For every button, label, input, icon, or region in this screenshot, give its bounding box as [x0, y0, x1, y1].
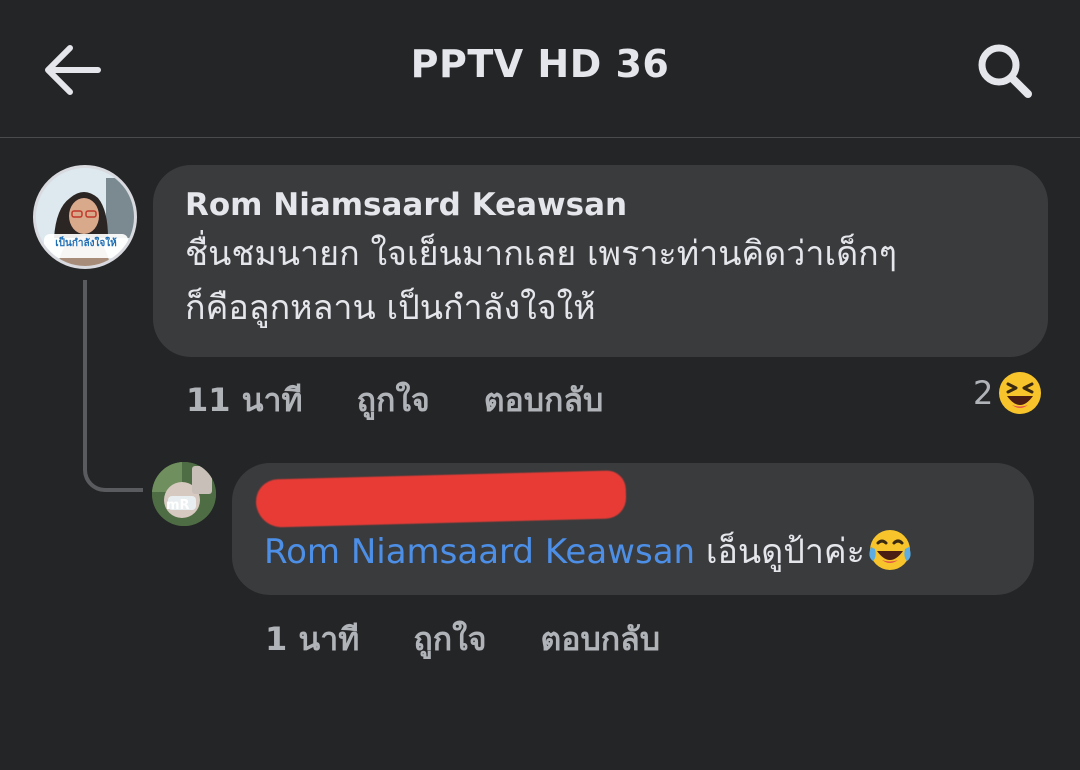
- top-bar: PPTV HD 36: [0, 0, 1080, 138]
- redacted-author-name: [255, 470, 627, 528]
- comment-text-line-1: ชื่นชมนายก ใจเย็นมากเลย เพราะท่านคิดว่าเ…: [185, 234, 897, 274]
- avatar[interactable]: เป็นกำลังใจให้: [33, 165, 137, 269]
- comment-author[interactable]: Rom Niamsaard Keawsan: [185, 185, 1016, 225]
- search-button[interactable]: [972, 38, 1038, 102]
- reply-text: Rom Niamsaard Keawsan เอ็นดูป้าค่ะ: [264, 525, 1002, 579]
- comment-timestamp[interactable]: 11 นาที: [186, 375, 303, 426]
- comment-text: ชื่นชมนายก ใจเย็นมากเลย เพราะท่านคิดว่าเ…: [185, 227, 1016, 335]
- reaction-count: 2: [973, 374, 994, 412]
- page-title: PPTV HD 36: [410, 42, 670, 86]
- laughing-face-icon: [999, 372, 1042, 414]
- reply-bubble[interactable]: Rom Niamsaard Keawsan เอ็นดูป้าค่ะ: [232, 463, 1034, 595]
- reply-button[interactable]: ตอบกลับ: [484, 375, 604, 426]
- like-button[interactable]: ถูกใจ: [357, 375, 430, 426]
- comment-bubble[interactable]: Rom Niamsaard Keawsan ชื่นชมนายก ใจเย็นม…: [153, 165, 1048, 357]
- comment-text-line-2: ก็คือลูกหลาน เป็นกำลังใจให้: [185, 288, 596, 328]
- profile-photo: [152, 462, 216, 526]
- mention-link[interactable]: Rom Niamsaard Keawsan: [264, 532, 695, 572]
- search-icon: [978, 44, 1032, 98]
- reply-avatar[interactable]: mR: [152, 462, 216, 526]
- tears-of-joy-icon: [869, 529, 911, 570]
- reply-timestamp[interactable]: 1 นาที: [265, 614, 359, 665]
- profile-photo: [36, 168, 134, 266]
- reply-actions: 1 นาที ถูกใจ ตอบกลับ: [265, 614, 714, 665]
- thread-connector: [83, 280, 143, 492]
- reply-text-body: เอ็นดูป้าค่ะ: [695, 532, 865, 572]
- reaction-summary[interactable]: 2: [973, 370, 1043, 416]
- comment-actions: 11 นาที ถูกใจ ตอบกลับ: [186, 375, 657, 426]
- like-button[interactable]: ถูกใจ: [413, 614, 486, 665]
- avatar-caption: mR: [166, 498, 190, 513]
- avatar-caption: เป็นกำลังใจให้: [55, 238, 117, 249]
- reply-button[interactable]: ตอบกลับ: [540, 614, 660, 665]
